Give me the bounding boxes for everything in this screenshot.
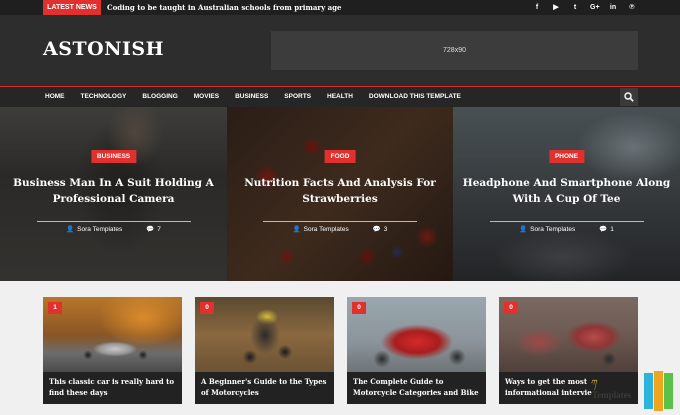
twitter-icon[interactable]: t: [571, 0, 579, 15]
comment-count-badge: 0: [200, 302, 214, 314]
post-thumbnail[interactable]: [195, 297, 334, 372]
comment-icon: 💬: [146, 226, 155, 233]
post-meta: 👤 Sora Templates 💬 7: [0, 225, 227, 234]
author-name[interactable]: Sora Templates: [530, 226, 575, 233]
nav-business[interactable]: BUSINESS: [230, 87, 273, 107]
post-thumbnail[interactable]: [43, 297, 182, 372]
nav-blogging[interactable]: BLOGGING: [137, 87, 182, 107]
featured-title[interactable]: Business Man In A Suit Holding A Profess…: [8, 175, 219, 207]
watermark-logo: ཀ Templates: [590, 371, 673, 411]
featured-title[interactable]: Headphone And Smartphone Along With A Cu…: [461, 175, 672, 207]
site-header: ASTONISH 728x90: [0, 15, 680, 86]
category-tag[interactable]: FOOD: [324, 150, 356, 163]
comment-icon: 💬: [372, 226, 381, 233]
post-meta: 👤 Sora Templates 💬 3: [227, 225, 453, 234]
post-title[interactable]: This classic car is really hard to find …: [49, 376, 176, 398]
nav-health[interactable]: HEALTH: [322, 87, 358, 107]
svg-text:Templates: Templates: [592, 390, 632, 400]
category-tag[interactable]: PHONE: [548, 150, 585, 163]
nav-download-template[interactable]: DOWNLOAD THIS TEMPLATE: [364, 87, 466, 107]
comment-count[interactable]: 7: [157, 226, 161, 233]
comment-count-badge: 0: [352, 302, 366, 314]
google-plus-icon[interactable]: G+: [590, 0, 600, 15]
post-card[interactable]: 1 This classic car is really hard to fin…: [43, 297, 182, 404]
search-button[interactable]: [620, 88, 638, 106]
post-card[interactable]: 0 A Beginner's Guide to the Types of Mot…: [195, 297, 334, 404]
user-icon: 👤: [292, 226, 301, 233]
comment-count[interactable]: 3: [384, 226, 388, 233]
top-bar: LATEST NEWS Coding to be taught in Austr…: [0, 0, 680, 15]
social-links: f ▶ t G+ in ℗: [533, 0, 636, 15]
divider: [263, 221, 417, 222]
user-icon: 👤: [66, 226, 75, 233]
post-thumbnail[interactable]: [347, 297, 486, 372]
author-name[interactable]: Sora Templates: [304, 226, 349, 233]
latest-news-ticker-link[interactable]: Coding to be taught in Australian school…: [107, 0, 341, 15]
author-name[interactable]: Sora Templates: [77, 226, 122, 233]
featured-post[interactable]: PHONE Headphone And Smartphone Along Wit…: [453, 107, 680, 281]
facebook-icon[interactable]: f: [533, 0, 541, 15]
featured-post[interactable]: FOOD Nutrition Facts And Analysis For St…: [227, 107, 453, 281]
nav-movies[interactable]: MOVIES: [189, 87, 224, 107]
category-tag[interactable]: BUSINESS: [90, 150, 137, 163]
featured-post[interactable]: BUSINESS Business Man In A Suit Holding …: [0, 107, 227, 281]
latest-news-label: LATEST NEWS: [43, 0, 101, 15]
comment-count[interactable]: 1: [610, 226, 614, 233]
comment-icon: 💬: [599, 226, 608, 233]
comment-count-badge: 0: [504, 302, 518, 314]
site-logo[interactable]: ASTONISH: [43, 38, 164, 60]
post-meta: 👤 Sora Templates 💬 1: [453, 225, 680, 234]
nav-technology[interactable]: TECHNOLOGY: [76, 87, 132, 107]
post-card[interactable]: 0 The Complete Guide to Motorcycle Categ…: [347, 297, 486, 404]
ad-banner[interactable]: 728x90: [271, 31, 638, 70]
youtube-icon[interactable]: ▶: [552, 0, 560, 15]
divider: [36, 221, 191, 222]
post-title[interactable]: A Beginner's Guide to the Types of Motor…: [201, 376, 328, 398]
search-icon: [624, 92, 634, 102]
featured-title[interactable]: Nutrition Facts And Analysis For Strawbe…: [235, 175, 445, 207]
nav-home[interactable]: HOME: [40, 87, 70, 107]
post-title[interactable]: The Complete Guide to Motorcycle Categor…: [353, 376, 480, 398]
featured-slider: BUSINESS Business Man In A Suit Holding …: [0, 107, 680, 281]
nav-sports[interactable]: SPORTS: [279, 87, 316, 107]
comment-count-badge: 1: [48, 302, 62, 314]
user-icon: 👤: [519, 226, 528, 233]
post-thumbnail[interactable]: [499, 297, 638, 372]
main-nav: HOME TECHNOLOGY BLOGGING MOVIES BUSINESS…: [0, 87, 680, 107]
pinterest-icon[interactable]: ℗: [628, 0, 636, 15]
divider: [489, 221, 644, 222]
linkedin-icon[interactable]: in: [609, 0, 617, 15]
